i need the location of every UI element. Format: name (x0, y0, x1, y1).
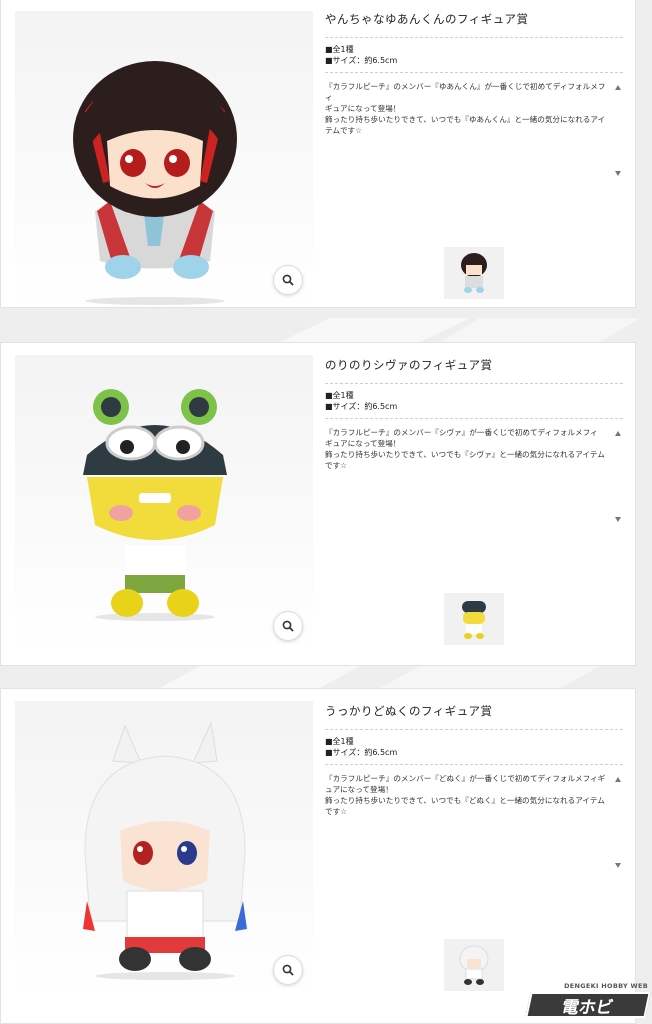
figure-yuan (73, 61, 237, 305)
magnifier-icon (282, 274, 294, 286)
product-image[interactable] (15, 11, 313, 307)
watermark-text: DENGEKI HOBBY WEB (564, 982, 648, 990)
scroll-up-arrow-icon[interactable] (615, 431, 621, 436)
scroll-up-arrow-icon[interactable] (615, 777, 621, 782)
figure-donuku (83, 721, 247, 980)
product-image[interactable] (15, 355, 313, 653)
figure-shiva (83, 389, 227, 621)
watermark-brand: 電ホビ (525, 992, 651, 1018)
description-line: 『カラフルピーチ』のメンバー『シヴァ』が一番くじで初めてディフォルメフィ (325, 428, 598, 437)
zoom-button[interactable] (273, 955, 303, 985)
description-line: 『カラフルピーチ』のメンバー『どぬく』が一番くじで初めてディフォルメフィギ (325, 774, 606, 783)
description-line: 飾ったり持ち歩いたりできて、いつでも『どぬく』と一緒の気分になれるアイテム (325, 796, 605, 805)
zoom-button[interactable] (273, 611, 303, 641)
figure-thumbnail (462, 601, 486, 639)
description-line: ギュアになって登場！ (325, 439, 401, 448)
figure-thumbnail (459, 945, 489, 985)
spec-count: ■全1種 (325, 737, 354, 746)
thumbnail[interactable] (444, 247, 504, 299)
prize-title: やんちゃなゆあんくんのフィギュア賞 (325, 12, 529, 26)
scroll-up-arrow-icon[interactable] (615, 85, 621, 90)
magnifier-icon (282, 964, 294, 976)
description-line: 『カラフルピーチ』のメンバー『ゆあんくん』が一番くじで初めてディフォルメフィ (325, 82, 606, 102)
description-line: 飾ったり持ち歩いたりできて、いつでも『ゆあんくん』と一緒の気分になれるアイ (325, 115, 606, 124)
divider (325, 383, 623, 384)
description-box[interactable]: 『カラフルピーチ』のメンバー『ゆあんくん』が一番くじで初めてディフォルメフィ ギ… (325, 72, 623, 180)
product-image[interactable] (15, 701, 313, 997)
spec-count: ■全1種 (325, 45, 354, 54)
description-line: です☆ (325, 807, 347, 816)
thumbnail[interactable] (444, 593, 504, 645)
product-info: やんちゃなゆあんくんのフィギュア賞 ■全1種 ■サイズ：約6.5cm 『カラフル… (325, 11, 623, 180)
figure-thumbnail (461, 253, 487, 293)
scroll-down-arrow-icon[interactable] (615, 171, 621, 176)
magnifier-icon (282, 620, 294, 632)
thumbnail[interactable] (444, 939, 504, 991)
product-info: のりのりシヴァのフィギュア賞 ■全1種 ■サイズ：約6.5cm 『カラフルピーチ… (325, 357, 623, 526)
spec-size: ■サイズ：約6.5cm (325, 748, 398, 757)
prize-title: うっかりどぬくのフィギュア賞 (325, 704, 493, 718)
description-line: です☆ (325, 461, 347, 470)
scroll-down-arrow-icon[interactable] (615, 517, 621, 522)
prize-card: のりのりシヴァのフィギュア賞 ■全1種 ■サイズ：約6.5cm 『カラフルピーチ… (0, 342, 636, 666)
divider (325, 729, 623, 730)
description-box[interactable]: 『カラフルピーチ』のメンバー『どぬく』が一番くじで初めてディフォルメフィギ ュア… (325, 764, 623, 872)
description-box[interactable]: 『カラフルピーチ』のメンバー『シヴァ』が一番くじで初めてディフォルメフィ ギュア… (325, 418, 623, 526)
description-line: ュアになって登場！ (325, 785, 393, 794)
prize-card: うっかりどぬくのフィギュア賞 ■全1種 ■サイズ：約6.5cm 『カラフルピーチ… (0, 688, 636, 1024)
product-info: うっかりどぬくのフィギュア賞 ■全1種 ■サイズ：約6.5cm 『カラフルピーチ… (325, 703, 623, 872)
description-line: テムです☆ (325, 126, 362, 135)
zoom-button[interactable] (273, 265, 303, 295)
description-line: ギュアになって登場！ (325, 104, 401, 113)
spec-count: ■全1種 (325, 391, 354, 400)
prize-card: やんちゃなゆあんくんのフィギュア賞 ■全1種 ■サイズ：約6.5cm 『カラフル… (0, 0, 636, 308)
spec-size: ■サイズ：約6.5cm (325, 56, 398, 65)
divider (325, 37, 623, 38)
prize-title: のりのりシヴァのフィギュア賞 (325, 358, 493, 372)
watermark-logo: DENGEKI HOBBY WEB 電ホビ (525, 982, 651, 1022)
description-line: 飾ったり持ち歩いたりできて、いつでも『シヴァ』と一緒の気分になれるアイテム (325, 450, 605, 459)
scroll-down-arrow-icon[interactable] (615, 863, 621, 868)
spec-size: ■サイズ：約6.5cm (325, 402, 398, 411)
